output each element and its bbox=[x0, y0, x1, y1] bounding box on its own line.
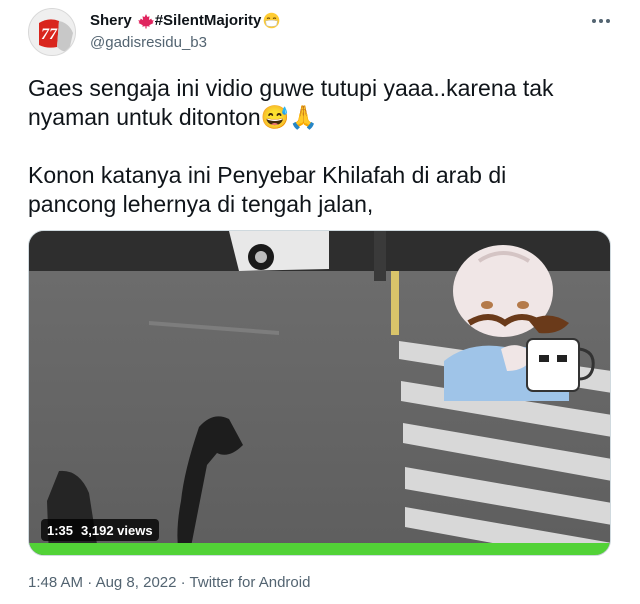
tweet-source[interactable]: Twitter for Android bbox=[190, 574, 311, 591]
maple-leaf-icon bbox=[137, 13, 154, 28]
tweet-meta: 1:48 AM · Aug 8, 2022 · Twitter for Andr… bbox=[28, 574, 310, 591]
tweet-date[interactable]: Aug 8, 2022 bbox=[96, 574, 177, 591]
tweet: 77 Shery #SilentMajority @gadisresidu_b3… bbox=[0, 0, 640, 604]
more-icon-dot bbox=[592, 19, 596, 23]
meta-separator: · bbox=[87, 574, 93, 591]
avatar-logo-icon: 77 bbox=[29, 9, 75, 55]
video-frame bbox=[29, 231, 610, 555]
display-name[interactable]: Shery bbox=[90, 12, 132, 29]
more-button[interactable] bbox=[588, 10, 614, 32]
avatar-text: 77 bbox=[41, 26, 58, 43]
author-handle[interactable]: @gadisresidu_b3 bbox=[90, 34, 207, 51]
video-progress-bar bbox=[29, 543, 610, 555]
meta-separator: · bbox=[180, 574, 186, 591]
tweet-paragraph: Gaes sengaja ini vidio guwe tutupi yaaa.… bbox=[28, 75, 554, 130]
tweet-text: Gaes sengaja ini vidio guwe tutupi yaaa.… bbox=[28, 74, 608, 219]
author-name-row[interactable]: Shery #SilentMajority bbox=[90, 12, 280, 29]
display-name-suffix: #SilentMajority bbox=[154, 12, 262, 29]
tweet-paragraph: Konon katanya ini Penyebar Khilafah di a… bbox=[28, 162, 507, 217]
video-player[interactable]: 1:35 3,192 views bbox=[28, 230, 611, 556]
video-stats-badge: 1:35 3,192 views bbox=[41, 519, 159, 541]
more-icon-dot bbox=[599, 19, 603, 23]
more-icon-dot bbox=[606, 19, 610, 23]
video-views: 3,192 views bbox=[81, 522, 153, 538]
tweet-time[interactable]: 1:48 AM bbox=[28, 574, 83, 591]
video-duration: 1:35 bbox=[47, 522, 74, 538]
mask-face-emoji bbox=[264, 12, 280, 29]
avatar[interactable]: 77 bbox=[28, 8, 76, 56]
